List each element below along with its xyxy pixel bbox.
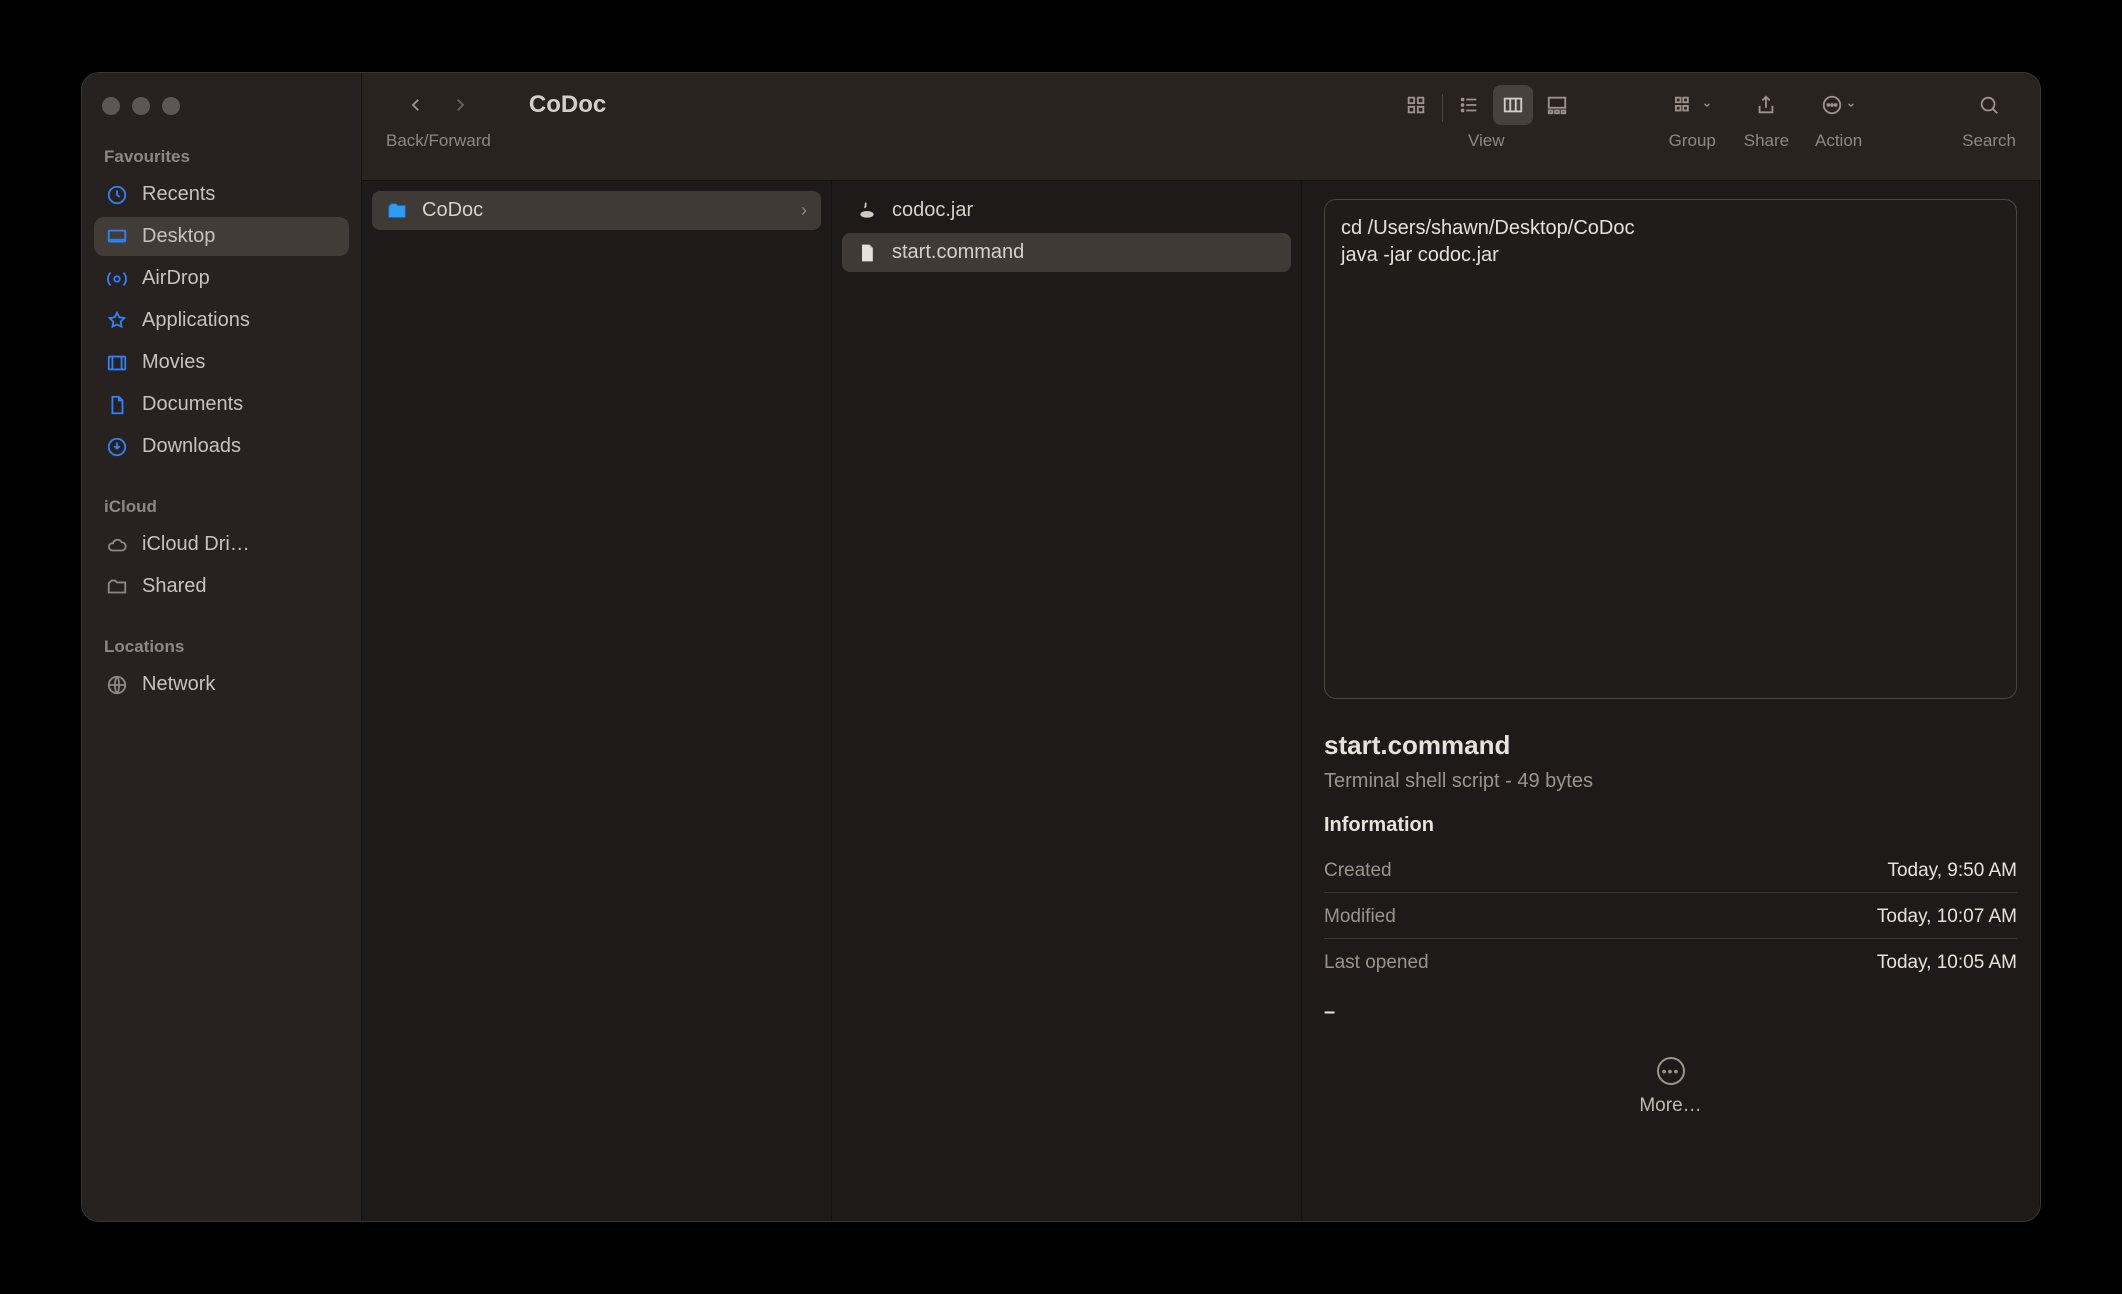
view-list-button[interactable]	[1449, 85, 1489, 125]
sidebar-item-shared[interactable]: Shared	[94, 567, 349, 606]
search-button[interactable]	[1969, 85, 2009, 125]
toolbar-search-label: Search	[1962, 131, 2016, 151]
info-row-created: Created Today, 9:50 AM	[1324, 850, 2017, 893]
info-value: Today, 9:50 AM	[1887, 860, 2017, 882]
preview-column: cd /Users/shawn/Desktop/CoDoc java -jar …	[1302, 181, 2040, 1221]
file-icon	[856, 242, 878, 264]
info-row-modified: Modified Today, 10:07 AM	[1324, 896, 2017, 939]
sidebar-item-airdrop[interactable]: AirDrop	[94, 259, 349, 298]
chevron-right-icon: ›	[801, 200, 807, 221]
sidebar-section-favourites: Favourites	[94, 141, 349, 175]
file-codoc-jar[interactable]: codoc.jar	[842, 191, 1291, 230]
downloads-icon	[106, 436, 128, 458]
sidebar-item-recents[interactable]: Recents	[94, 175, 349, 214]
toolbar-nav-label: Back/Forward	[386, 131, 491, 151]
toolbar-back-forward-group: Back/Forward	[386, 85, 491, 151]
sidebar: Favourites Recents Desktop AirDrop Appli…	[82, 73, 362, 1221]
sidebar-section-locations: Locations	[94, 631, 349, 665]
back-button[interactable]	[396, 85, 436, 125]
toolbar-search-group: Search	[1962, 85, 2016, 151]
info-label: Modified	[1324, 906, 1396, 928]
file-start-command[interactable]: start.command	[842, 233, 1291, 272]
toolbar-view-label: View	[1468, 131, 1505, 151]
globe-icon	[106, 674, 128, 696]
sidebar-item-label: Documents	[142, 393, 243, 416]
desktop-icon	[106, 226, 128, 248]
more-icon[interactable]: •••	[1657, 1057, 1685, 1085]
shared-folder-icon	[106, 576, 128, 598]
view-gallery-button[interactable]	[1537, 85, 1577, 125]
sidebar-item-applications[interactable]: Applications	[94, 301, 349, 340]
info-label: Last opened	[1324, 952, 1429, 974]
more-label[interactable]: More…	[1639, 1095, 1701, 1117]
sidebar-item-label: Shared	[142, 575, 207, 598]
info-value: Today, 10:07 AM	[1877, 906, 2017, 928]
info-value: Today, 10:05 AM	[1877, 952, 2017, 974]
sidebar-item-label: Network	[142, 673, 215, 696]
sidebar-item-downloads[interactable]: Downloads	[94, 427, 349, 466]
sidebar-item-label: Desktop	[142, 225, 215, 248]
applications-icon	[106, 310, 128, 332]
sidebar-item-icloud-drive[interactable]: iCloud Dri…	[94, 525, 349, 564]
toolbar-group-label: Group	[1669, 131, 1716, 151]
movies-icon	[106, 352, 128, 374]
column-1: CoDoc ›	[362, 181, 832, 1221]
folder-codoc[interactable]: CoDoc ›	[372, 191, 821, 230]
preview-line-1: cd /Users/shawn/Desktop/CoDoc	[1341, 217, 1634, 239]
toolbar-share-label: Share	[1744, 131, 1789, 151]
action-button[interactable]	[1813, 85, 1864, 125]
sidebar-section-icloud: iCloud	[94, 491, 349, 525]
sidebar-item-desktop[interactable]: Desktop	[94, 217, 349, 256]
sidebar-item-network[interactable]: Network	[94, 665, 349, 704]
more-button-group: ••• More…	[1324, 1057, 2017, 1117]
clock-icon	[106, 184, 128, 206]
document-icon	[106, 394, 128, 416]
forward-button[interactable]	[440, 85, 480, 125]
sidebar-item-documents[interactable]: Documents	[94, 385, 349, 424]
toolbar-view-group: View	[1396, 85, 1577, 151]
sidebar-item-label: Applications	[142, 309, 250, 332]
view-columns-button[interactable]	[1493, 85, 1533, 125]
info-row-last-opened: Last opened Today, 10:05 AM	[1324, 942, 2017, 984]
jar-icon	[856, 200, 878, 222]
preview-line-2: java -jar codoc.jar	[1341, 244, 1499, 266]
group-button[interactable]	[1665, 85, 1720, 125]
cloud-icon	[106, 534, 128, 556]
zoom-window-button[interactable]	[162, 97, 180, 115]
info-label: Created	[1324, 860, 1392, 882]
preview-filename: start.command	[1324, 730, 2017, 761]
close-window-button[interactable]	[102, 97, 120, 115]
preview-subtitle: Terminal shell script - 49 bytes	[1324, 770, 2017, 793]
sidebar-item-label: Recents	[142, 183, 215, 206]
column-view: CoDoc › codoc.jar start.command	[362, 181, 2040, 1221]
file-preview: cd /Users/shawn/Desktop/CoDoc java -jar …	[1324, 199, 2017, 699]
tags-placeholder: –	[1324, 987, 2017, 1054]
item-label: start.command	[892, 241, 1024, 264]
toolbar-action-label: Action	[1815, 131, 1862, 151]
sidebar-item-label: Downloads	[142, 435, 241, 458]
information-heading: Information	[1324, 814, 2017, 837]
sidebar-item-label: Movies	[142, 351, 205, 374]
window-title: CoDoc	[515, 85, 606, 119]
sidebar-item-movies[interactable]: Movies	[94, 343, 349, 382]
toolbar-share-group: Share	[1744, 85, 1789, 151]
window-controls	[94, 91, 349, 141]
view-icons-button[interactable]	[1396, 85, 1436, 125]
finder-window: Favourites Recents Desktop AirDrop Appli…	[81, 72, 2041, 1222]
column-2: codoc.jar start.command	[832, 181, 1302, 1221]
sidebar-item-label: AirDrop	[142, 267, 210, 290]
item-label: CoDoc	[422, 199, 483, 222]
item-label: codoc.jar	[892, 199, 973, 222]
toolbar: Back/Forward CoDoc	[362, 73, 2040, 181]
toolbar-action-group: Action	[1813, 85, 1864, 151]
main-area: Back/Forward CoDoc	[362, 73, 2040, 1221]
sidebar-item-label: iCloud Dri…	[142, 533, 250, 556]
toolbar-group-group: Group	[1665, 85, 1720, 151]
airdrop-icon	[106, 268, 128, 290]
minimize-window-button[interactable]	[132, 97, 150, 115]
share-button[interactable]	[1746, 85, 1786, 125]
folder-icon	[386, 200, 408, 222]
